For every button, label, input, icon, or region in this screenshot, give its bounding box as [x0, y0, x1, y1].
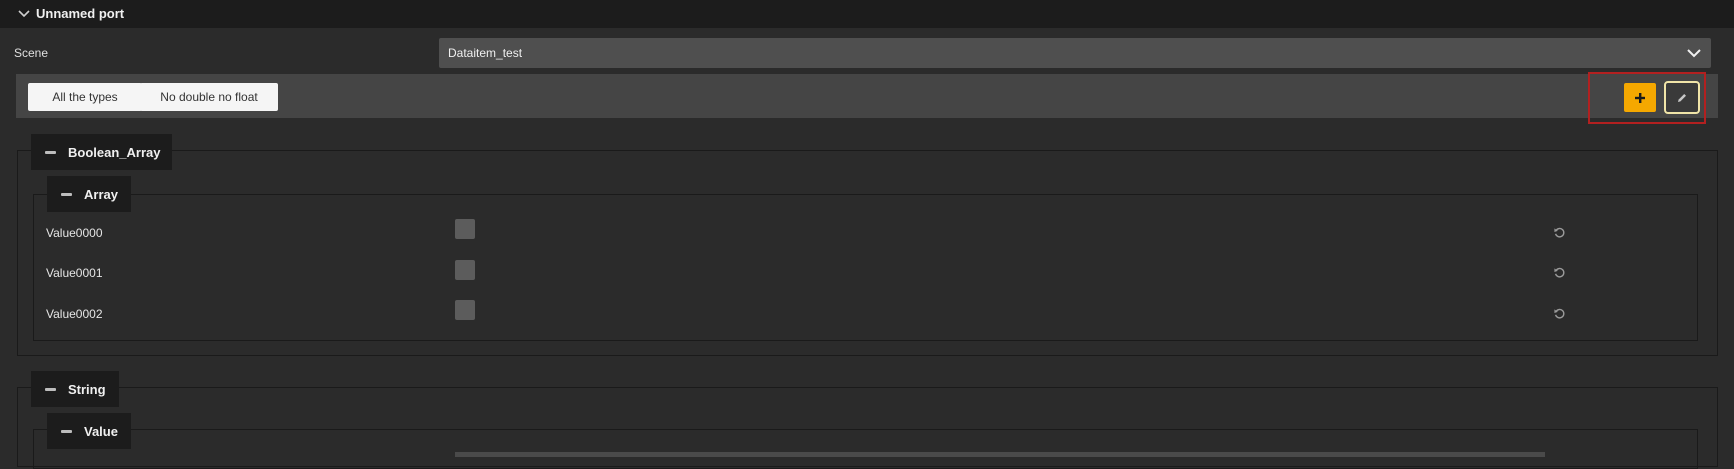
- boolean-array-header[interactable]: Boolean_Array: [31, 134, 172, 170]
- value-checkbox[interactable]: [455, 260, 475, 280]
- scene-select[interactable]: Dataitem_test: [439, 38, 1711, 68]
- port-header[interactable]: Unnamed port: [0, 0, 1734, 28]
- edit-button[interactable]: [1664, 81, 1700, 114]
- plus-icon: [1635, 92, 1645, 103]
- chevron-down-icon: [1687, 49, 1701, 58]
- array-row-label: Value0000: [46, 226, 103, 240]
- scene-label: Scene: [14, 46, 49, 60]
- array-row-label: Value0001: [46, 266, 103, 280]
- collapse-minus-icon: [61, 192, 72, 196]
- scene-value: Dataitem_test: [448, 46, 523, 60]
- reset-icon[interactable]: [1553, 226, 1566, 239]
- string-label: String: [68, 381, 106, 397]
- no-double-no-float-button[interactable]: No double no float: [140, 83, 278, 111]
- string-value-input[interactable]: [455, 452, 1545, 457]
- value-label: Value: [84, 423, 118, 439]
- collapse-minus-icon: [45, 150, 56, 154]
- array-group: [33, 194, 1698, 341]
- array-label: Array: [84, 186, 118, 202]
- filter-bar: All the types No double no float: [16, 74, 1718, 118]
- add-button[interactable]: [1624, 83, 1656, 112]
- array-header[interactable]: Array: [47, 176, 131, 212]
- pencil-icon: [1678, 93, 1686, 102]
- value-checkbox[interactable]: [455, 300, 475, 320]
- value-header[interactable]: Value: [47, 413, 131, 449]
- string-header[interactable]: String: [31, 371, 119, 407]
- reset-icon[interactable]: [1553, 266, 1566, 279]
- all-types-button[interactable]: All the types: [28, 83, 142, 111]
- array-row-label: Value0002: [46, 307, 103, 321]
- boolean-array-label: Boolean_Array: [68, 144, 161, 160]
- reset-icon[interactable]: [1553, 307, 1566, 320]
- collapse-minus-icon: [61, 429, 72, 433]
- chevron-down-icon: [18, 10, 30, 18]
- value-checkbox[interactable]: [455, 219, 475, 239]
- port-title: Unnamed port: [36, 6, 125, 21]
- value-group: [33, 429, 1698, 469]
- collapse-minus-icon: [45, 387, 56, 391]
